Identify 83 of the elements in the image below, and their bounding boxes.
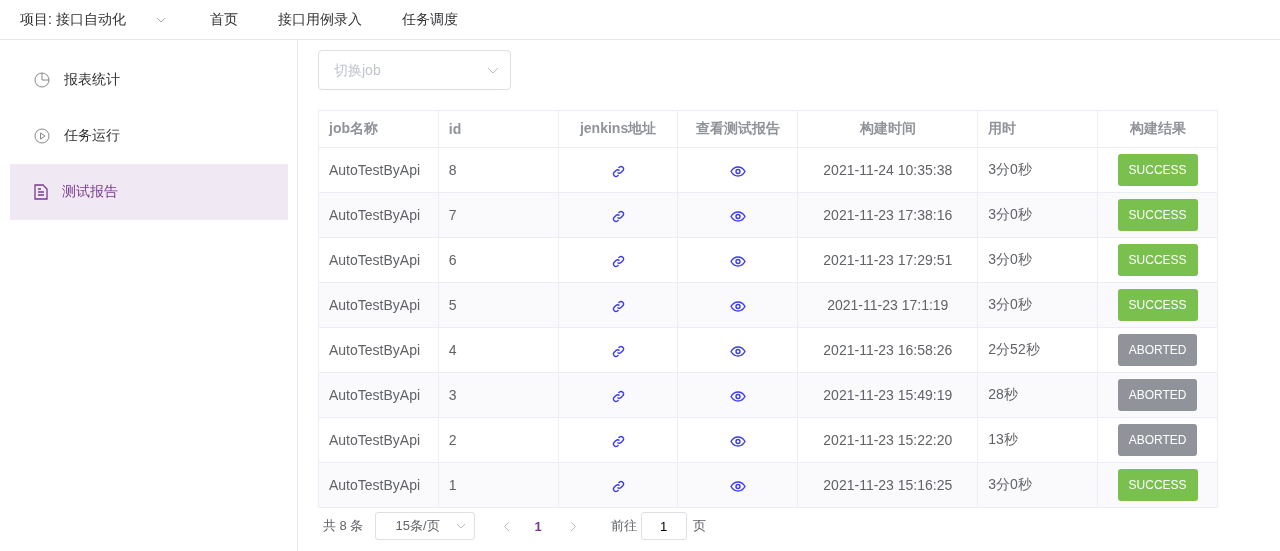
link-icon[interactable]	[611, 164, 625, 178]
eye-icon[interactable]	[729, 480, 746, 492]
status-tag: ABORTED	[1117, 334, 1198, 366]
table-cell: 3分0秒	[977, 282, 1098, 328]
link-icon[interactable]	[611, 344, 625, 358]
table-cell: AutoTestByApi	[318, 327, 439, 373]
eye-icon[interactable]	[729, 255, 746, 267]
chevron-down-icon	[155, 16, 166, 23]
table-cell: 2021-11-23 15:49:19	[797, 372, 978, 418]
eye-icon[interactable]	[729, 390, 746, 402]
page-number[interactable]: 1	[534, 518, 542, 534]
status-tag: ABORTED	[1117, 424, 1198, 456]
total-count: 共 8 条	[323, 517, 364, 535]
column-header: job名称	[318, 110, 439, 148]
nav-link[interactable]: 接口用例录入	[277, 10, 362, 29]
table-cell: 2021-11-23 17:29:51	[797, 237, 978, 283]
table-cell: AutoTestByApi	[318, 372, 439, 418]
page-input[interactable]: 1	[640, 512, 687, 540]
link-icon[interactable]	[611, 254, 625, 268]
status-tag: SUCCESS	[1117, 244, 1198, 276]
status-tag: SUCCESS	[1117, 154, 1198, 186]
table-cell: 2021-11-23 17:38:16	[797, 192, 978, 238]
column-header: jenkins地址	[558, 110, 678, 148]
table-cell: 28秒	[977, 372, 1098, 418]
eye-icon[interactable]	[729, 210, 746, 222]
column-header: id	[438, 110, 559, 148]
pie-chart-icon	[34, 72, 50, 88]
status-tag: SUCCESS	[1117, 469, 1198, 501]
table-cell: 3	[438, 372, 559, 418]
eye-icon[interactable]	[729, 345, 746, 357]
table-cell: 2021-11-23 15:16:25	[797, 462, 978, 508]
table-cell: 8	[438, 147, 559, 193]
table-cell: 2021-11-23 16:58:26	[797, 327, 978, 373]
sidebar-item[interactable]: 报表统计	[10, 52, 288, 108]
status-tag: SUCCESS	[1117, 289, 1198, 321]
table-cell: AutoTestByApi	[318, 282, 439, 328]
table-cell: 5	[438, 282, 559, 328]
table-cell: 2分52秒	[977, 327, 1098, 373]
eye-icon[interactable]	[729, 165, 746, 177]
table-cell: AutoTestByApi	[318, 417, 439, 463]
sidebar-item[interactable]: 任务运行	[10, 108, 288, 164]
nav-link[interactable]: 任务调度	[401, 10, 458, 29]
table-cell: 3分0秒	[977, 147, 1098, 193]
project-select[interactable]: 项目: 接口自动化	[20, 10, 166, 29]
chevron-down-icon	[456, 523, 467, 529]
table-cell: 1	[438, 462, 559, 508]
column-header: 用时	[977, 110, 1098, 148]
play-icon	[34, 128, 50, 144]
table-cell: 4	[438, 327, 559, 373]
link-icon[interactable]	[611, 479, 625, 493]
table-cell: 6	[438, 237, 559, 283]
table-cell: AutoTestByApi	[318, 192, 439, 238]
table-cell: 3分0秒	[977, 462, 1098, 508]
page-size-select[interactable]: 15条/页	[375, 512, 476, 540]
sidebar-item[interactable]: 测试报告	[10, 164, 288, 220]
link-icon[interactable]	[611, 209, 625, 223]
table-cell: 7	[438, 192, 559, 238]
table-cell: 2021-11-23 15:22:20	[797, 417, 978, 463]
job-select[interactable]: 切换job	[318, 50, 511, 90]
table-cell: 13秒	[977, 417, 1098, 463]
link-icon[interactable]	[611, 434, 625, 448]
chevron-down-icon	[487, 67, 499, 74]
table-cell: AutoTestByApi	[318, 462, 439, 508]
status-tag: ABORTED	[1117, 379, 1198, 411]
page-suffix: 页	[692, 517, 706, 535]
table-cell: 2021-11-23 17:1:19	[797, 282, 978, 328]
eye-icon[interactable]	[729, 300, 746, 312]
goto-label: 前往	[610, 517, 637, 535]
link-icon[interactable]	[611, 389, 625, 403]
table-cell: 2021-11-24 10:35:38	[797, 147, 978, 193]
table-cell: 3分0秒	[977, 192, 1098, 238]
column-header: 构建时间	[797, 110, 978, 148]
nav-link[interactable]: 首页	[209, 10, 238, 29]
column-header: 构建结果	[1097, 110, 1218, 148]
document-icon	[34, 184, 48, 200]
link-icon[interactable]	[611, 299, 625, 313]
eye-icon[interactable]	[729, 435, 746, 447]
table-cell: 3分0秒	[977, 237, 1098, 283]
table-cell: AutoTestByApi	[318, 147, 439, 193]
status-tag: SUCCESS	[1117, 199, 1198, 231]
table-cell: 2	[438, 417, 559, 463]
table-cell: AutoTestByApi	[318, 237, 439, 283]
column-header: 查看测试报告	[678, 110, 798, 148]
